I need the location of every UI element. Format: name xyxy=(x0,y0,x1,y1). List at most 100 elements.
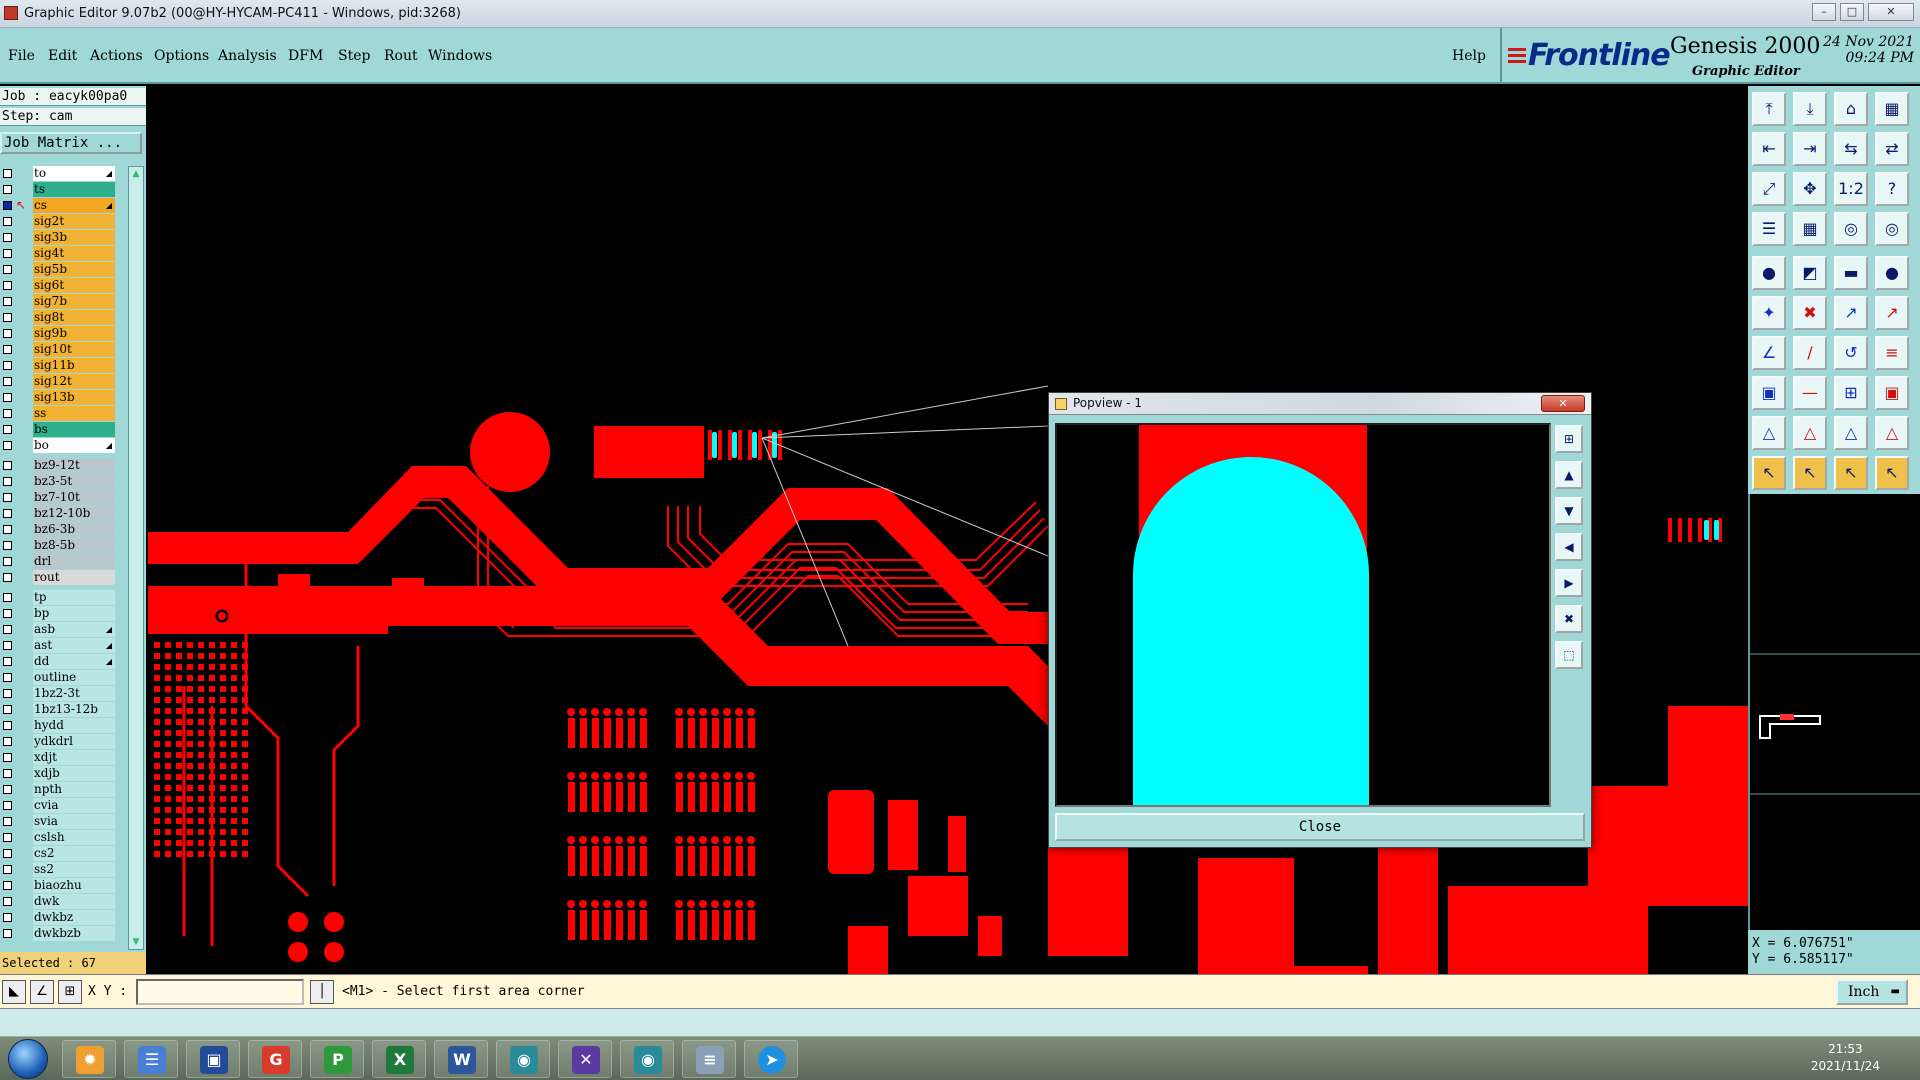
round-pad-icon[interactable]: ● xyxy=(1875,256,1909,290)
pan-right-icon[interactable]: ▶ xyxy=(1555,569,1583,597)
layer-name[interactable]: bo xyxy=(33,438,115,453)
layer-row[interactable]: outline xyxy=(0,670,118,686)
layer-name[interactable]: sig7b xyxy=(33,294,115,309)
popview-close-button[interactable]: Close xyxy=(1055,813,1585,841)
layer-checkbox[interactable] xyxy=(3,897,12,906)
layer-name[interactable]: rout xyxy=(33,570,115,585)
layer-name[interactable]: sig5b xyxy=(33,262,115,277)
layer-checkbox[interactable] xyxy=(3,477,12,486)
layer-row[interactable]: sig8t xyxy=(0,310,118,326)
layer-row[interactable]: xdjb xyxy=(0,766,118,782)
layer-row[interactable]: 1bz13-12b xyxy=(0,702,118,718)
mirror-icon[interactable]: ⇆ xyxy=(1834,132,1868,166)
layer-checkbox[interactable] xyxy=(3,737,12,746)
scroll-down-icon[interactable]: ▼ xyxy=(131,937,141,947)
menu-windows[interactable]: Windows xyxy=(428,48,492,64)
add-arc-icon[interactable]: ↗ xyxy=(1875,296,1909,330)
layer-name[interactable]: cslsh xyxy=(33,830,115,845)
layer-name[interactable]: dwk xyxy=(33,894,115,909)
select-icon[interactable]: ↖ xyxy=(1752,456,1786,490)
layer-row[interactable]: ↖ cs ◢ xyxy=(0,198,118,214)
taskbar-calculator[interactable]: ≡ xyxy=(682,1040,736,1078)
layer-row[interactable]: bp xyxy=(0,606,118,622)
layer-row[interactable]: dwkbz xyxy=(0,910,118,926)
layer-name[interactable]: sig6t xyxy=(33,278,115,293)
maximize-button[interactable]: □ xyxy=(1840,3,1864,21)
popview-canvas[interactable] xyxy=(1055,423,1551,807)
transform-icon[interactable]: ▣ xyxy=(1875,376,1909,410)
layer-name[interactable]: sig9b xyxy=(33,326,115,341)
triangle-fill-icon[interactable]: △ xyxy=(1875,416,1909,450)
layer-checkbox[interactable] xyxy=(3,185,12,194)
layer-row[interactable]: bz3-5t xyxy=(0,474,118,490)
layer-checkbox[interactable] xyxy=(3,393,12,402)
layer-checkbox[interactable] xyxy=(3,361,12,370)
layer-checkbox[interactable] xyxy=(3,817,12,826)
start-button[interactable] xyxy=(8,1039,48,1079)
layer-name[interactable]: dwkbzb xyxy=(33,926,115,941)
layer-name[interactable]: 1bz13-12b xyxy=(33,702,115,717)
layer-row[interactable]: dwkbzb xyxy=(0,926,118,942)
layer-name[interactable]: sig4t xyxy=(33,246,115,261)
layer-row[interactable]: sig11b xyxy=(0,358,118,374)
layer-checkbox[interactable] xyxy=(3,409,12,418)
layer-row[interactable]: ast ◢ xyxy=(0,638,118,654)
layer-name[interactable]: svia xyxy=(33,814,115,829)
scroll-up-icon[interactable]: ▲ xyxy=(131,169,141,179)
layer-row[interactable]: ydkdrl xyxy=(0,734,118,750)
layer-row[interactable]: tp xyxy=(0,590,118,606)
layer-row[interactable]: sig5b xyxy=(0,262,118,278)
layer-checkbox[interactable] xyxy=(3,493,12,502)
layer-row[interactable]: svia xyxy=(0,814,118,830)
taskbar-app-10[interactable]: ◉ xyxy=(620,1040,674,1078)
tray-clock[interactable]: 21:53 2021/11/24 xyxy=(1811,1041,1880,1075)
layer-name[interactable]: sig11b xyxy=(33,358,115,373)
layer-checkbox[interactable] xyxy=(3,833,12,842)
layer-row[interactable]: cvia xyxy=(0,798,118,814)
layer-name[interactable]: cvia xyxy=(33,798,115,813)
fit-icon[interactable]: ⤢ xyxy=(1752,172,1786,206)
menu-dfm[interactable]: DFM xyxy=(288,48,323,64)
layer-row[interactable]: hydd xyxy=(0,718,118,734)
menu-options[interactable]: Options xyxy=(154,48,209,64)
grid-view-icon[interactable]: ▦ xyxy=(1875,92,1909,126)
layer-name[interactable]: sig8t xyxy=(33,310,115,325)
close-window-button[interactable]: ✕ xyxy=(1868,3,1914,21)
layer-row[interactable]: dwk xyxy=(0,894,118,910)
pan-right-icon[interactable]: ⇥ xyxy=(1793,132,1827,166)
layer-row[interactable]: ss xyxy=(0,406,118,422)
input-mode-icon[interactable]: │ xyxy=(310,980,334,1004)
popview-title-bar[interactable]: Popview - 1 ✕ xyxy=(1049,393,1591,415)
select-area-icon[interactable]: ↖ xyxy=(1834,456,1868,490)
layer-name[interactable]: sig10t xyxy=(33,342,115,357)
layer-row[interactable]: sig6t xyxy=(0,278,118,294)
delete-icon[interactable]: ✖ xyxy=(1793,296,1827,330)
zoom-home-icon[interactable]: ⤒ xyxy=(1752,92,1786,126)
layer-checkbox[interactable] xyxy=(3,313,12,322)
layer-name[interactable]: sig12t xyxy=(33,374,115,389)
snap-grid-icon[interactable]: ▦ xyxy=(1793,212,1827,246)
snap-icon[interactable]: ◣ xyxy=(2,980,26,1004)
taskbar-app-4[interactable]: G xyxy=(248,1040,302,1078)
layer-checkbox[interactable] xyxy=(3,265,12,274)
layer-row[interactable]: asb ◢ xyxy=(0,622,118,638)
layer-checkbox[interactable] xyxy=(3,609,12,618)
layer-row[interactable]: dd ◢ xyxy=(0,654,118,670)
layer-name[interactable]: bz12-10b xyxy=(33,506,115,521)
slope-icon[interactable]: ∕ xyxy=(1793,336,1827,370)
layer-checkbox[interactable] xyxy=(3,625,12,634)
layer-checkbox[interactable] xyxy=(3,573,12,582)
taskbar-app-3[interactable]: ▣ xyxy=(186,1040,240,1078)
arc-icon[interactable]: ↺ xyxy=(1834,336,1868,370)
layers-icon[interactable]: ◎ xyxy=(1834,212,1868,246)
menu-analysis[interactable]: Analysis xyxy=(218,48,277,64)
layer-row[interactable]: sig12t xyxy=(0,374,118,390)
menu-file[interactable]: File xyxy=(8,48,35,64)
layer-name[interactable]: bz6-3b xyxy=(33,522,115,537)
layer-checkbox[interactable] xyxy=(3,541,12,550)
layer-name[interactable]: sig13b xyxy=(33,390,115,405)
center-icon[interactable]: ✥ xyxy=(1793,172,1827,206)
layer-checkbox[interactable] xyxy=(3,929,12,938)
rotate-view-icon[interactable]: ⇄ xyxy=(1875,132,1909,166)
taskbar-app-8[interactable]: ◉ xyxy=(496,1040,550,1078)
